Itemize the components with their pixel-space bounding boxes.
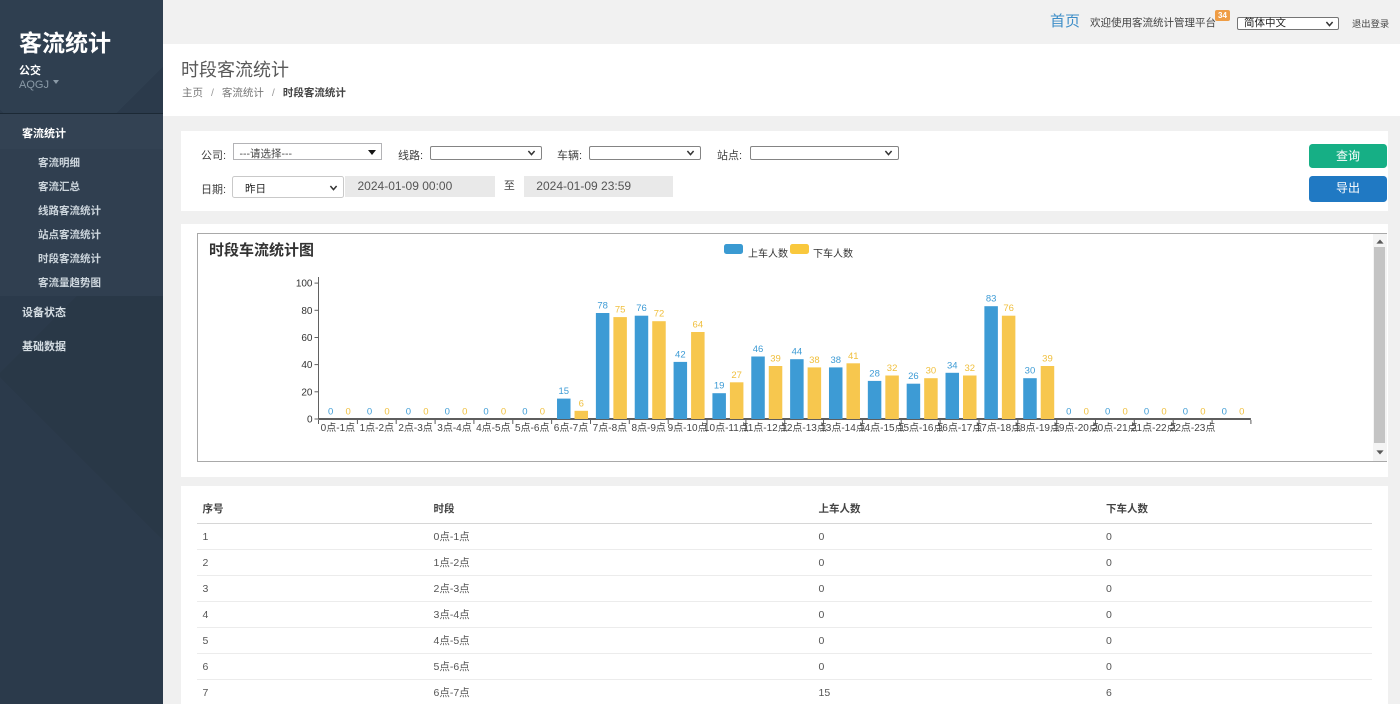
svg-text:7点-8点: 7点-8点	[593, 422, 627, 434]
svg-text:40: 40	[301, 360, 313, 371]
svg-text:38: 38	[830, 355, 841, 366]
svg-text:0: 0	[423, 407, 428, 418]
svg-text:42: 42	[675, 349, 686, 360]
svg-text:83: 83	[986, 294, 997, 305]
svg-text:0点-1点: 0点-1点	[321, 422, 355, 434]
svg-text:60: 60	[301, 333, 313, 344]
svg-text:72: 72	[654, 309, 665, 320]
svg-text:20: 20	[301, 387, 313, 398]
svg-text:64: 64	[693, 320, 704, 331]
svg-text:28: 28	[869, 368, 880, 379]
svg-text:27: 27	[731, 370, 742, 381]
svg-text:0: 0	[1239, 407, 1244, 418]
svg-text:76: 76	[1003, 303, 1014, 314]
svg-text:0: 0	[367, 407, 372, 418]
svg-text:4点-5点: 4点-5点	[476, 422, 510, 434]
svg-text:8点-9点: 8点-9点	[631, 422, 665, 434]
svg-text:0: 0	[522, 407, 527, 418]
svg-text:0: 0	[1123, 407, 1128, 418]
svg-text:0: 0	[1222, 407, 1227, 418]
svg-text:6点-7点: 6点-7点	[554, 422, 588, 434]
svg-text:0: 0	[384, 407, 389, 418]
svg-text:0: 0	[445, 407, 450, 418]
svg-text:6: 6	[579, 398, 584, 409]
svg-text:34: 34	[947, 360, 958, 371]
svg-text:44: 44	[792, 347, 803, 358]
svg-text:3点-4点: 3点-4点	[437, 422, 471, 434]
svg-text:39: 39	[1042, 354, 1053, 365]
svg-text:100: 100	[296, 279, 313, 290]
svg-text:0: 0	[540, 407, 545, 418]
svg-text:0: 0	[483, 407, 488, 418]
svg-text:26: 26	[908, 371, 919, 382]
svg-text:80: 80	[301, 306, 313, 317]
svg-text:0: 0	[307, 415, 313, 426]
svg-text:0: 0	[1161, 407, 1166, 418]
svg-text:32: 32	[964, 363, 975, 374]
svg-text:30: 30	[1025, 366, 1036, 377]
svg-text:0: 0	[462, 407, 467, 418]
svg-text:15: 15	[558, 386, 569, 397]
svg-text:0: 0	[1183, 407, 1188, 418]
svg-text:0: 0	[346, 407, 351, 418]
svg-text:39: 39	[770, 354, 781, 365]
svg-text:75: 75	[615, 305, 626, 316]
svg-text:0: 0	[501, 407, 506, 418]
svg-text:1点-2点: 1点-2点	[360, 422, 394, 434]
svg-text:19: 19	[714, 381, 725, 392]
svg-text:0: 0	[1144, 407, 1149, 418]
svg-text:5点-6点: 5点-6点	[515, 422, 549, 434]
svg-text:78: 78	[597, 301, 608, 312]
svg-text:2点-3点: 2点-3点	[398, 422, 432, 434]
svg-text:22点-23点: 22点-23点	[1170, 422, 1216, 434]
svg-text:0: 0	[1066, 407, 1071, 418]
svg-text:76: 76	[636, 303, 647, 314]
svg-text:46: 46	[753, 344, 764, 355]
svg-text:0: 0	[1200, 407, 1205, 418]
svg-text:0: 0	[328, 407, 333, 418]
svg-text:9点-10点: 9点-10点	[668, 422, 708, 434]
svg-text:0: 0	[406, 407, 411, 418]
svg-text:30: 30	[926, 366, 937, 377]
svg-text:41: 41	[848, 351, 859, 362]
svg-text:38: 38	[809, 355, 820, 366]
svg-text:0: 0	[1084, 407, 1089, 418]
svg-text:0: 0	[1105, 407, 1110, 418]
svg-text:32: 32	[887, 363, 898, 374]
